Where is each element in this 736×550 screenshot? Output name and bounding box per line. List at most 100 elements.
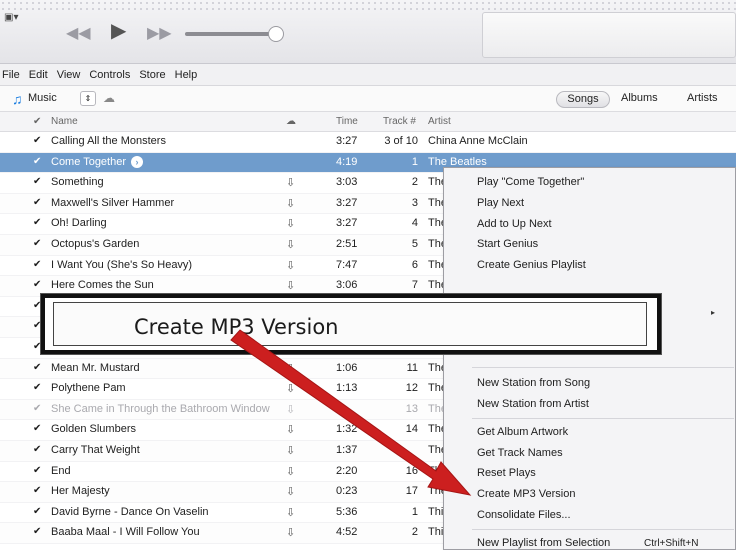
cloud-download-icon[interactable]: ⇩ — [286, 238, 295, 251]
song-time: 3:06 — [336, 279, 358, 292]
cloud-download-icon[interactable]: ⇩ — [286, 526, 295, 539]
artist-name: China Anne McClain — [428, 135, 528, 147]
ctx-new-station-from-artist[interactable]: New Station from Artist — [477, 398, 589, 410]
cloud-download-icon[interactable]: ⇩ — [286, 506, 295, 519]
artist-name: Thi — [428, 505, 444, 518]
menu-controls[interactable]: Controls — [89, 69, 130, 81]
ctx-add-to-up-next[interactable]: Add to Up Next — [477, 218, 552, 230]
row-checkbox[interactable]: ✔ — [33, 423, 41, 434]
row-checkbox[interactable]: ✔ — [33, 279, 41, 290]
play-icon[interactable]: ▶ — [111, 21, 126, 41]
volume-slider[interactable] — [185, 32, 280, 36]
cloud-download-icon[interactable]: ⇩ — [286, 403, 295, 416]
context-menu: Play "Come Together" Play Next Add to Up… — [443, 167, 736, 550]
cloud-download-icon[interactable]: ⇩ — [286, 423, 295, 436]
ctx-create-mp3-version[interactable]: Create MP3 Version — [477, 488, 575, 500]
ctx-shortcut-label: Ctrl+Shift+N — [644, 538, 699, 549]
artist-column-header[interactable]: Artist — [428, 116, 451, 127]
row-checkbox[interactable]: ✔ — [33, 382, 41, 393]
ctx-consolidate-files[interactable]: Consolidate Files... — [477, 509, 571, 521]
check-column-header[interactable]: ✔ — [33, 116, 41, 127]
ctx-get-album-artwork[interactable]: Get Album Artwork — [477, 426, 568, 438]
cloud-download-icon[interactable]: ⇩ — [286, 197, 295, 210]
time-column-header[interactable]: Time — [336, 116, 358, 127]
menu-separator — [472, 367, 734, 368]
row-checkbox[interactable]: ✔ — [33, 135, 41, 146]
cloud-download-icon[interactable]: ⇩ — [286, 259, 295, 272]
ctx-new-playlist-from-selection[interactable]: New Playlist from Selection — [477, 537, 610, 549]
ctx-get-track-names[interactable]: Get Track Names — [477, 447, 563, 459]
volume-knob[interactable] — [268, 26, 284, 42]
name-column-header[interactable]: Name — [51, 116, 78, 127]
menu-view[interactable]: View — [57, 69, 81, 81]
ctx-start-genius[interactable]: Start Genius — [477, 238, 538, 250]
tab-albums[interactable]: Albums — [621, 91, 658, 108]
song-name: End — [51, 464, 71, 477]
menu-help[interactable]: Help — [175, 69, 198, 81]
cloud-icon[interactable]: ☁ — [103, 91, 115, 105]
row-checkbox[interactable]: ✔ — [33, 156, 41, 167]
row-checkbox[interactable]: ✔ — [33, 465, 41, 476]
song-name: Golden Slumbers — [51, 423, 136, 436]
row-checkbox[interactable]: ✔ — [33, 506, 41, 517]
annotation-callout-text: Create MP3 Version — [134, 315, 339, 339]
track-number: 11 — [406, 361, 418, 374]
ctx-create-genius-playlist[interactable]: Create Genius Playlist — [477, 259, 586, 271]
song-time: 0:23 — [336, 485, 358, 498]
menu-store[interactable]: Store — [139, 69, 165, 81]
song-time: 4:19 — [336, 155, 358, 168]
row-checkbox[interactable]: ✔ — [33, 444, 41, 455]
song-time: 4:52 — [336, 526, 358, 539]
row-checkbox[interactable]: ✔ — [33, 403, 41, 414]
menu-edit[interactable]: Edit — [29, 69, 48, 81]
song-name: Mean Mr. Mustard — [51, 361, 140, 374]
song-options-icon[interactable]: › — [131, 155, 143, 168]
row-checkbox[interactable]: ✔ — [33, 362, 41, 373]
cloud-download-icon[interactable]: ⇩ — [286, 279, 295, 292]
row-checkbox[interactable]: ✔ — [33, 238, 41, 249]
track-column-header[interactable]: Track # — [383, 116, 416, 127]
tab-songs[interactable]: Songs — [556, 91, 610, 108]
song-time: 1:06 — [336, 361, 358, 374]
cloud-column-icon[interactable]: ☁ — [286, 116, 296, 127]
row-checkbox[interactable]: ✔ — [33, 526, 41, 537]
cloud-download-icon[interactable]: ⇩ — [286, 382, 295, 395]
song-table-header: ✔ Name ☁ Time Track # Artist — [0, 112, 736, 132]
song-name: She Came in Through the Bathroom Window — [51, 402, 270, 415]
ctx-reset-plays[interactable]: Reset Plays — [477, 467, 536, 479]
song-time: 2:20 — [336, 464, 358, 477]
ctx-new-station-from-song[interactable]: New Station from Song — [477, 377, 590, 389]
cloud-download-icon[interactable]: ⇩ — [286, 176, 295, 189]
song-name: Octopus's Garden — [51, 238, 140, 250]
song-time: 7:47 — [336, 258, 358, 271]
track-number: 17 — [405, 485, 418, 498]
song-name: I Want You (She's So Heavy) — [51, 258, 193, 271]
cloud-download-icon[interactable]: ⇩ — [286, 362, 295, 375]
song-name: Polythene Pam — [51, 382, 126, 395]
track-number: 7 — [411, 279, 418, 292]
cloud-download-icon[interactable]: ⇩ — [286, 485, 295, 498]
next-track-icon[interactable]: ▶▶ — [147, 26, 172, 42]
row-checkbox[interactable]: ✔ — [33, 176, 41, 187]
song-time: 1:32 — [336, 423, 358, 436]
library-stepper[interactable]: ⇕ — [80, 91, 96, 106]
song-name: Come Together — [51, 155, 127, 168]
library-selector[interactable]: Music — [28, 92, 57, 104]
track-number: 4 — [411, 217, 418, 230]
row-checkbox[interactable]: ✔ — [33, 217, 41, 228]
cloud-download-icon[interactable]: ⇩ — [286, 217, 295, 230]
ctx-play[interactable]: Play "Come Together" — [477, 176, 584, 188]
row-checkbox[interactable]: ✔ — [33, 485, 41, 496]
app-menu-icon[interactable]: ▣▾ — [4, 12, 26, 26]
cloud-download-icon[interactable]: ⇩ — [286, 444, 295, 457]
menu-file[interactable]: File — [2, 69, 20, 81]
track-number: 16 — [405, 464, 418, 477]
tab-artists[interactable]: Artists — [687, 91, 718, 108]
previous-track-icon[interactable]: ◀◀ — [66, 26, 91, 42]
cloud-download-icon[interactable]: ⇩ — [286, 465, 295, 478]
row-checkbox[interactable]: ✔ — [33, 259, 41, 270]
song-name: Calling All the Monsters — [51, 135, 166, 147]
table-row[interactable]: ✔ Calling All the Monsters 3:27 3 of 10 Chin… — [0, 132, 736, 153]
row-checkbox[interactable]: ✔ — [33, 197, 41, 208]
ctx-play-next[interactable]: Play Next — [477, 197, 524, 209]
